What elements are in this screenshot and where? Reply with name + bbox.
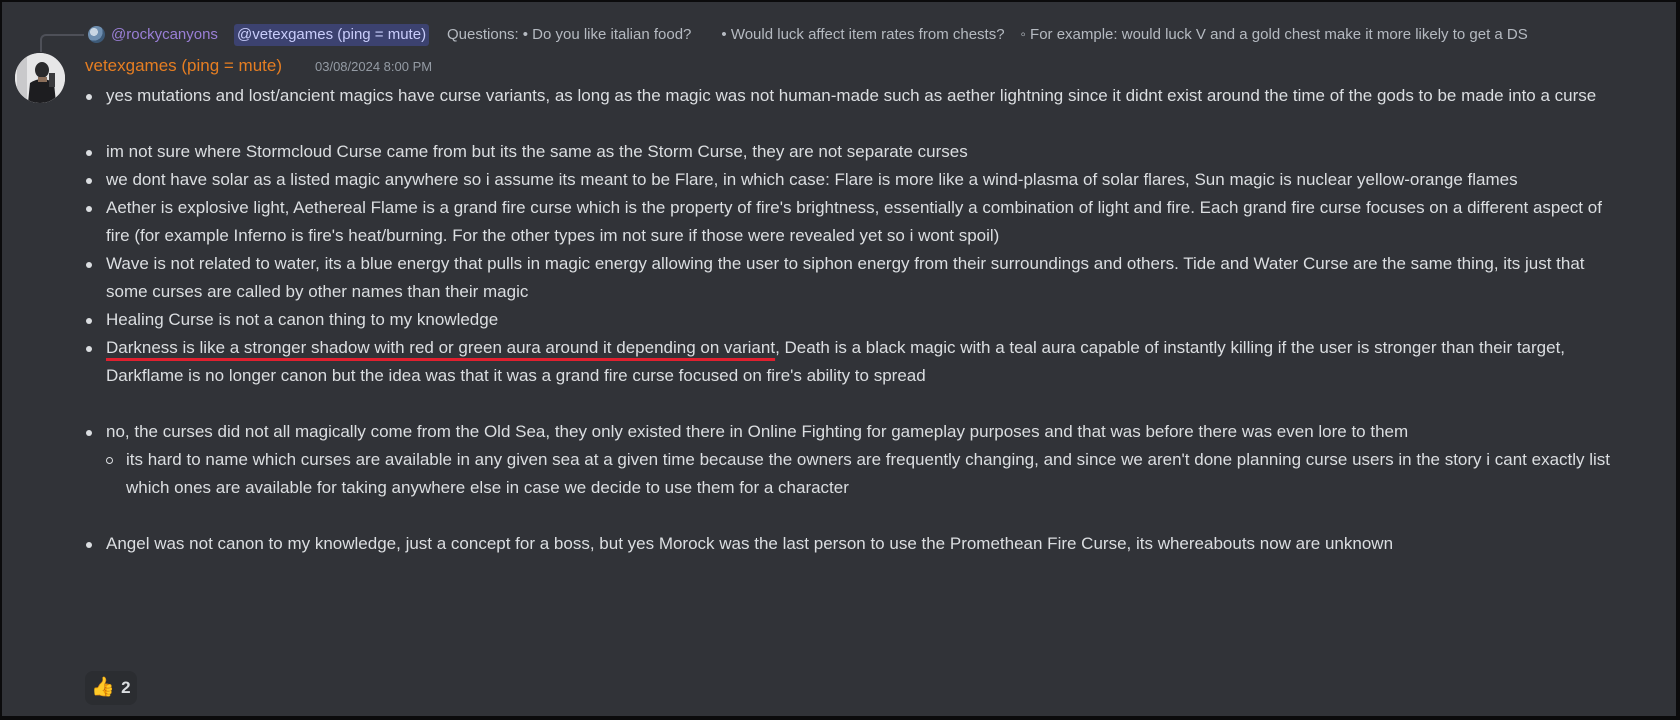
reply-spine: [40, 34, 84, 52]
list-item: no, the curses did not all magically com…: [85, 418, 1615, 446]
list-item: Angel was not canon to my knowledge, jus…: [85, 530, 1615, 558]
list-item: Healing Curse is not a canon thing to my…: [85, 306, 1615, 334]
author-username[interactable]: vetexgames (ping = mute): [85, 54, 282, 78]
reply-snippet-item: • Do you like italian food?: [522, 26, 692, 43]
sub-list-item: its hard to name which curses are availa…: [85, 446, 1615, 502]
reply-questions-label: Questions:: [447, 26, 519, 43]
avatar[interactable]: [15, 53, 65, 103]
reaction-count: 2: [121, 678, 131, 697]
message-container: @rockycanyons @vetexgames (ping = mute) …: [2, 2, 1676, 716]
reply-avatar[interactable]: [88, 26, 105, 43]
reply-username[interactable]: @rockycanyons: [111, 24, 218, 46]
reply-snippet[interactable]: Questions: • Do you like italian food? • W…: [447, 24, 1538, 46]
list-item: Wave is not related to water, its a blue…: [85, 250, 1615, 306]
reply-snippet-item: • Would luck affect item rates from ches…: [721, 26, 1005, 43]
list-item: Aether is explosive light, Aethereal Fla…: [85, 194, 1615, 250]
thumbs-up-icon: 👍: [91, 677, 116, 698]
list-item-darkness: Darkness is like a stronger shadow with …: [85, 334, 1615, 390]
list-item: yes mutations and lost/ancient magics ha…: [85, 82, 1615, 110]
list-item: we dont have solar as a listed magic any…: [85, 166, 1615, 194]
timestamp[interactable]: 03/08/2024 8:00 PM: [315, 58, 432, 76]
list-item: im not sure where Stormcloud Curse came …: [85, 138, 1615, 166]
reply-mention[interactable]: @vetexgames (ping = mute): [234, 24, 430, 46]
reaction-thumbs-up[interactable]: 👍 2: [85, 671, 137, 705]
reply-snippet-item: ◦ For example: would luck V and a gold c…: [1020, 26, 1528, 43]
message-content: yes mutations and lost/ancient magics ha…: [85, 82, 1615, 558]
underlined-text: Darkness is like a stronger shadow with …: [106, 338, 776, 357]
